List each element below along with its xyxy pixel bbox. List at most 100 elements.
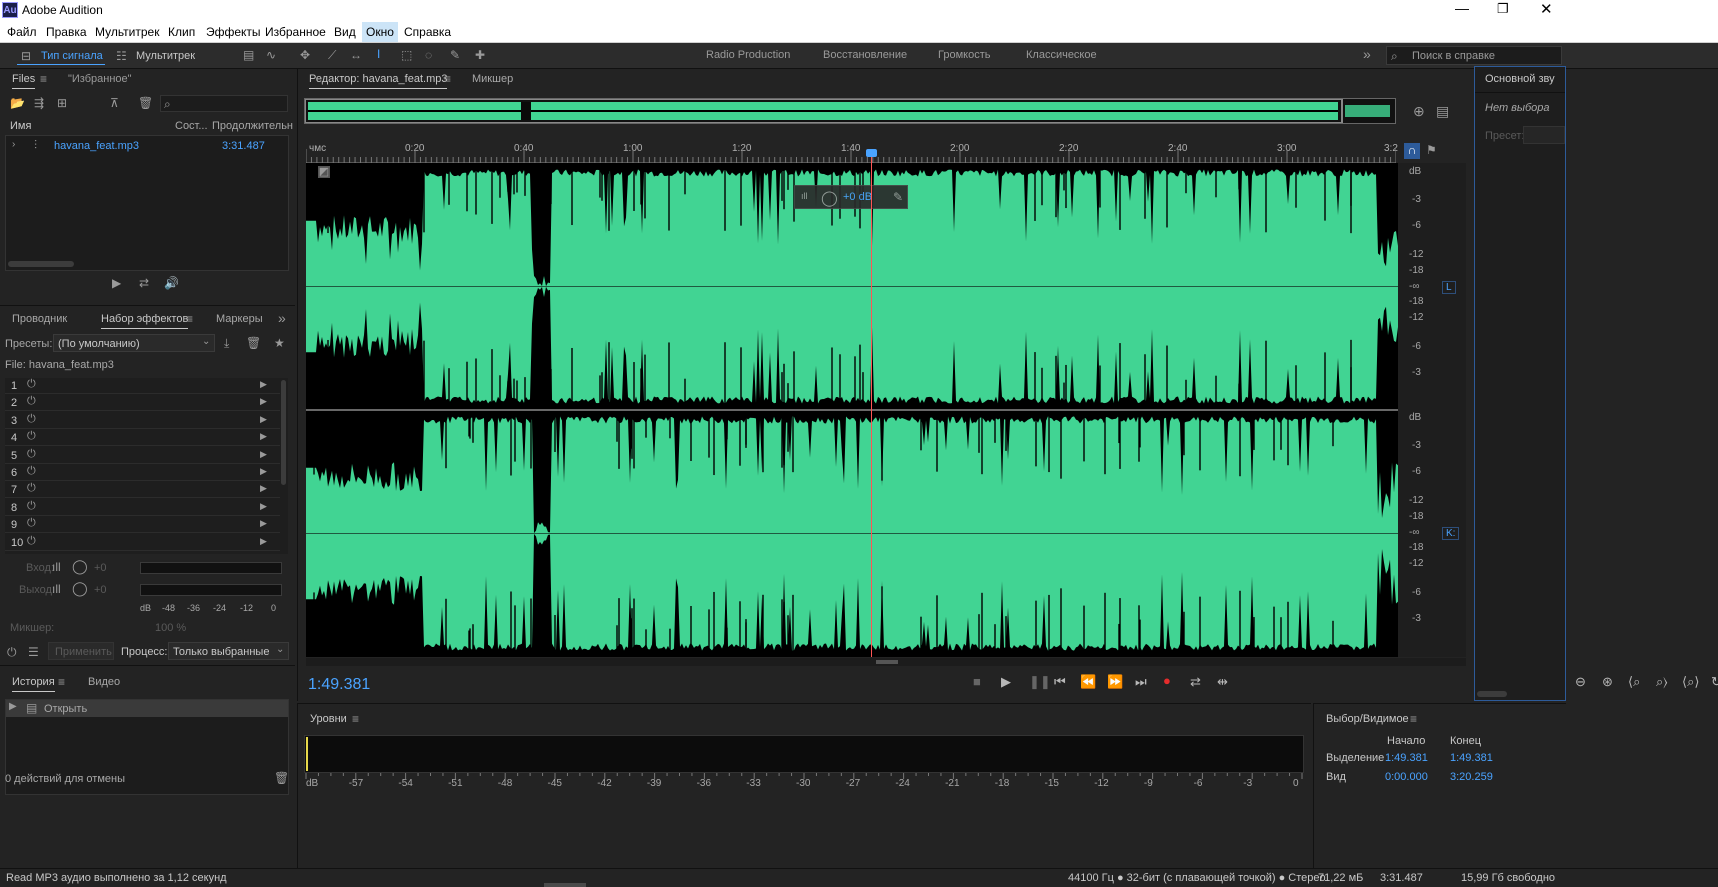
tab-video[interactable]: Видео <box>88 676 120 688</box>
selection-start[interactable]: 1:49.381 <box>1385 752 1428 764</box>
levels-title[interactable]: Уровни <box>310 713 347 725</box>
menu-file[interactable]: Файл <box>7 25 37 39</box>
razor-tool-icon[interactable]: ⟋ <box>328 48 336 63</box>
gain-knob-icon[interactable]: ◯ <box>821 189 838 207</box>
workspace-loudness[interactable]: Громкость <box>938 49 990 61</box>
files-scrollbar[interactable] <box>8 261 74 267</box>
input-knob-icon[interactable]: ◯ <box>72 558 88 575</box>
more-tabs-icon[interactable]: » <box>278 310 286 326</box>
marquee-tool-icon[interactable]: ⬚ <box>401 48 412 62</box>
hud-gain-control[interactable]: ıll ◯ +0 dB ✎ <box>794 185 908 209</box>
power-icon[interactable]: ⏻ <box>27 430 36 443</box>
healing-tool-icon[interactable]: ✚ <box>475 48 485 62</box>
slot-menu-arrow-icon[interactable]: ▶ <box>260 536 267 547</box>
gain-value[interactable]: +0 dB <box>843 191 872 203</box>
spectral-display-icon[interactable]: ▤ <box>243 48 254 62</box>
view-end[interactable]: 3:20.259 <box>1450 771 1493 783</box>
panel-menu-icon[interactable]: ≡ <box>40 72 47 86</box>
effect-slot[interactable]: 8 ⏻ ▶ <box>5 500 280 516</box>
power-icon[interactable]: ⏻ <box>27 448 36 461</box>
tab-files[interactable]: Files <box>12 73 36 89</box>
tab-explorer[interactable]: Проводник <box>12 313 67 325</box>
power-icon[interactable]: ⏻ <box>27 535 36 548</box>
lasso-tool-icon[interactable]: ◌ <box>425 48 432 62</box>
brush-tool-icon[interactable]: ✎ <box>450 48 460 62</box>
channel-left-toggle[interactable]: L <box>1442 281 1456 294</box>
tab-favorites[interactable]: "Избранное" <box>68 73 132 85</box>
snap-icon[interactable]: ∩ <box>1404 143 1420 159</box>
zoom-out-time-icon[interactable]: ⊖ <box>1575 674 1586 690</box>
channels-icon[interactable]: ▤ <box>1436 103 1449 120</box>
history-item[interactable]: ▶ ▤ Открыть <box>6 700 288 717</box>
effect-slot[interactable]: 7 ⏻ ▶ <box>5 482 280 499</box>
panel-menu-icon[interactable]: ≡ <box>1410 712 1417 726</box>
move-tool-icon[interactable]: ✥ <box>300 48 310 62</box>
power-icon[interactable]: ⏻ <box>27 465 36 478</box>
insert-icon[interactable]: ⊼ <box>110 96 119 110</box>
go-to-end-icon[interactable]: ⏭ <box>1135 674 1147 690</box>
expand-icon[interactable]: › <box>12 139 15 150</box>
more-workspaces-icon[interactable]: » <box>1363 46 1371 62</box>
zoom-full-icon[interactable]: ⊛ <box>1602 674 1613 690</box>
column-duration[interactable]: Продолжительн <box>212 120 293 132</box>
playhead-handle[interactable] <box>865 149 877 157</box>
selection-end[interactable]: 1:49.381 <box>1450 752 1493 764</box>
right-panel-scrollbar[interactable] <box>1477 691 1507 697</box>
slot-menu-arrow-icon[interactable]: ▶ <box>260 431 267 442</box>
zoom-reset-icon[interactable]: ↻ <box>1711 674 1718 690</box>
power-icon[interactable]: ⏻ <box>27 500 36 513</box>
power-icon[interactable]: ⏻ <box>27 482 36 495</box>
power-icon[interactable]: ⏻ <box>27 378 36 391</box>
time-selection-tool-icon[interactable]: I <box>377 47 380 61</box>
power-icon[interactable]: ⏻ <box>7 645 17 660</box>
tab-history[interactable]: История <box>12 676 55 692</box>
panel-menu-icon[interactable]: ≡ <box>444 72 451 86</box>
selection-view-title[interactable]: Выбор/Видимое <box>1326 713 1409 725</box>
effect-slot[interactable]: 6 ⏻ ▶ <box>5 465 280 481</box>
menu-help[interactable]: Справка <box>404 25 451 39</box>
column-status[interactable]: Сост... <box>175 120 208 132</box>
autoplay-icon[interactable]: 🔊 <box>164 276 179 290</box>
panel-menu-icon[interactable]: ≡ <box>58 675 65 689</box>
pause-icon[interactable]: ❚❚ <box>1029 674 1051 690</box>
power-icon[interactable]: ⏻ <box>27 413 36 426</box>
output-knob-icon[interactable]: ◯ <box>72 580 88 597</box>
menu-edit[interactable]: Правка <box>46 25 87 39</box>
rewind-icon[interactable]: ⏪ <box>1080 674 1096 690</box>
effect-slot[interactable]: 1 ⏻ ▶ <box>5 378 280 394</box>
pin-icon[interactable]: ✎ <box>893 190 903 204</box>
column-name[interactable]: Имя <box>10 120 31 132</box>
zoom-out-point-icon[interactable]: ⌕⟩ <box>1656 674 1668 690</box>
menu-favorites[interactable]: Избранное <box>265 25 326 39</box>
hud-toggle-icon[interactable]: ◩ <box>318 166 330 178</box>
essential-sound-title[interactable]: Основной зву <box>1485 73 1555 85</box>
presets-dropdown[interactable]: (По умолчанию) ⌄ <box>53 334 215 352</box>
effect-slot[interactable]: 9 ⏻ ▶ <box>5 517 280 534</box>
tab-markers[interactable]: Маркеры <box>216 313 263 325</box>
workspace-restoration[interactable]: Восстановление <box>823 49 907 61</box>
slot-menu-arrow-icon[interactable]: ▶ <box>260 379 267 390</box>
play-preview-icon[interactable]: ▶ <box>112 276 121 290</box>
effect-slot[interactable]: 10 ⏻ ▶ <box>5 535 280 551</box>
zoom-fit-icon[interactable]: ⊕ <box>1413 103 1425 120</box>
stop-icon[interactable]: ■ <box>973 674 981 689</box>
time-ruler[interactable]: чмс 0:20 0:40 1:00 1:20 1:40 2:00 2:20 2… <box>306 141 1398 163</box>
menu-multitrack[interactable]: Мультитрек <box>95 25 159 39</box>
save-preset-icon[interactable]: ⤓ <box>224 336 229 351</box>
channel-right-toggle[interactable]: K: <box>1442 527 1460 540</box>
slot-menu-arrow-icon[interactable]: ▶ <box>260 449 267 460</box>
waveform-scrollbar[interactable] <box>306 658 1466 666</box>
effect-slot[interactable]: 3 ⏻ ▶ <box>5 413 280 429</box>
menu-window[interactable]: Окно <box>362 22 398 42</box>
effect-slot[interactable]: 5 ⏻ ▶ <box>5 448 280 464</box>
trash-icon[interactable]: 🗑 <box>274 771 289 785</box>
loop-icon[interactable]: ⇄ <box>1190 674 1201 690</box>
slot-menu-arrow-icon[interactable]: ▶ <box>260 414 267 425</box>
minimize-icon[interactable]: — <box>1455 0 1469 16</box>
pitch-display-icon[interactable]: ∿ <box>266 48 276 62</box>
preset-dropdown[interactable] <box>1523 126 1565 144</box>
help-search-input[interactable]: ⌕ Поиск в справке <box>1386 46 1562 65</box>
record-icon[interactable]: ● <box>1163 673 1171 688</box>
import-icon[interactable]: ⇶ <box>34 96 44 110</box>
status-resize-grip[interactable] <box>544 883 586 887</box>
